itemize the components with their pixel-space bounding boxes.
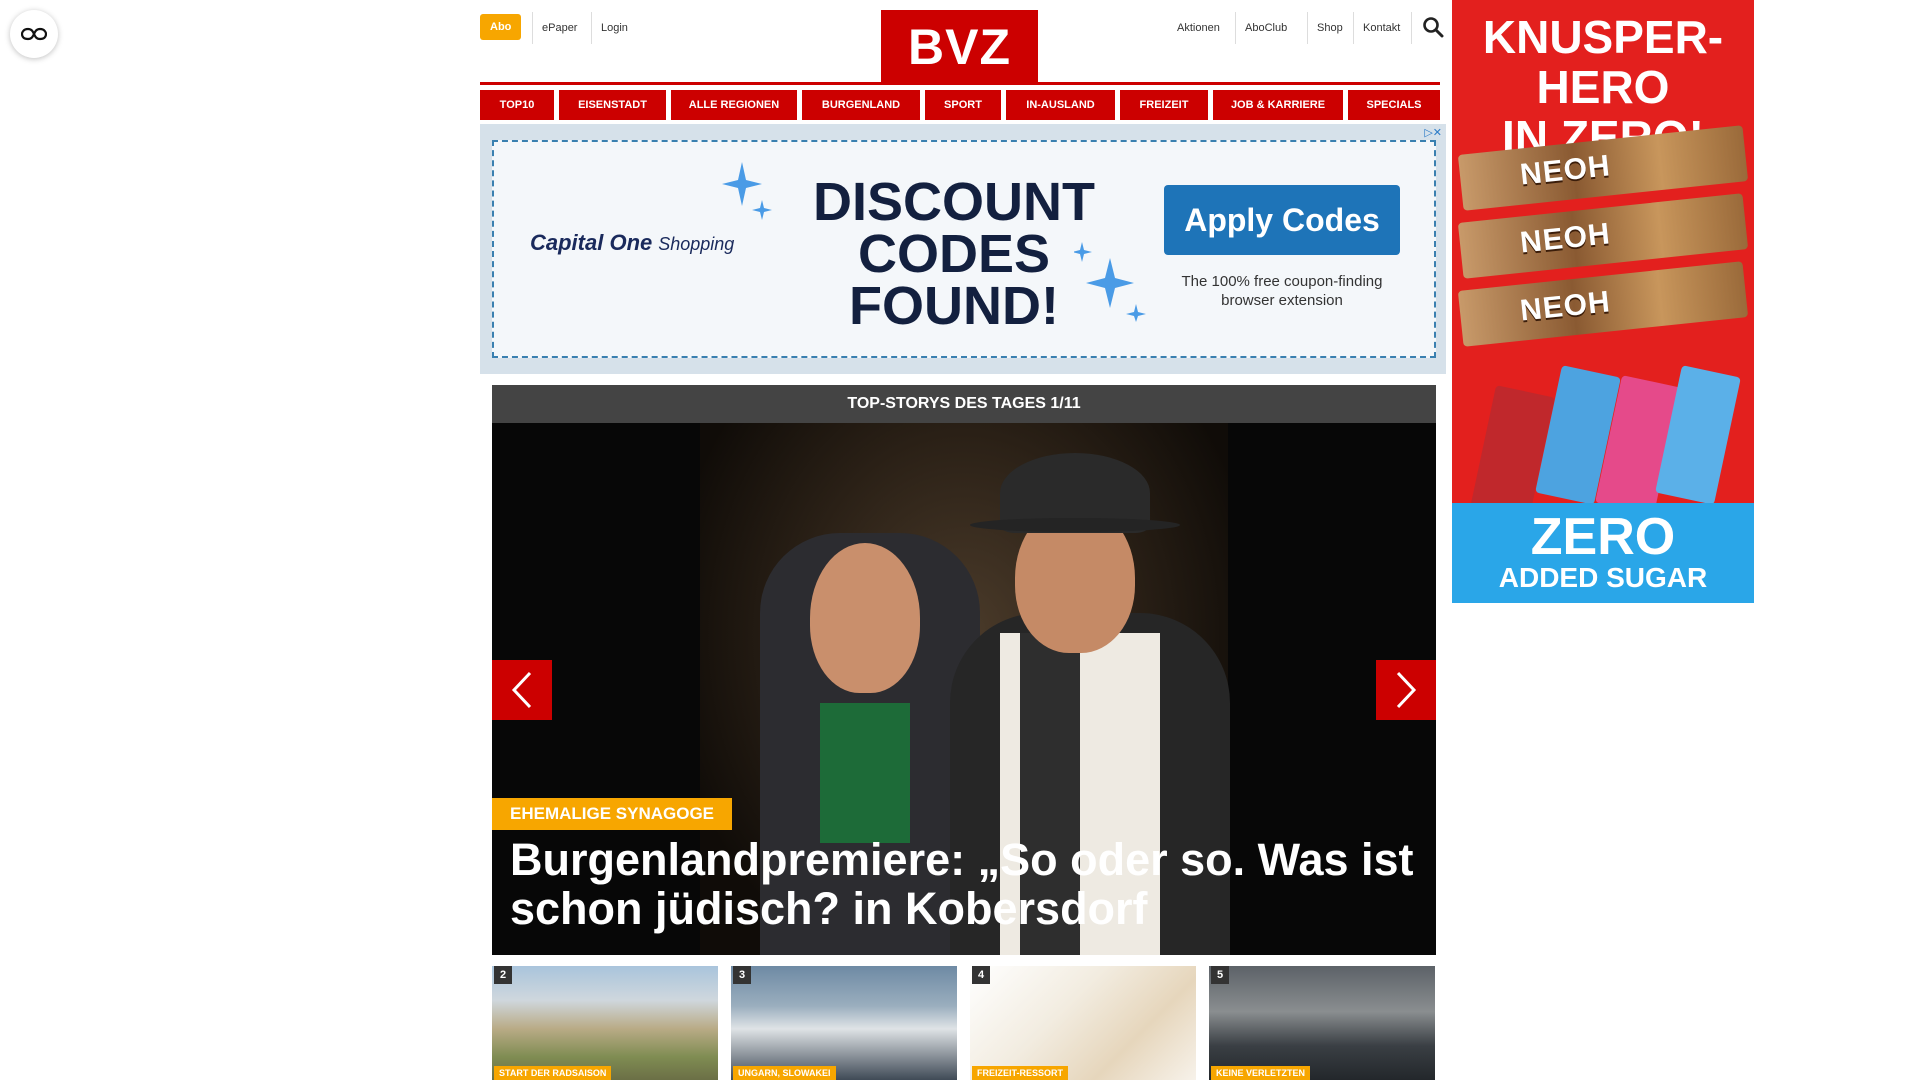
hero-title[interactable]: Burgenlandpremiere: „So oder so. Was ist… [510,835,1420,933]
site-header: Abo ePaper Login BVZ Aktionen AboClub Sh… [480,0,1444,86]
abo-button[interactable]: Abo [480,14,522,40]
story-thumbnails: 2 START DER RADSAISON 3 UNGARN, SLOWAKEI… [492,966,1436,1080]
chevron-right-icon [1396,671,1417,709]
kontakt-link[interactable]: Kontakt [1363,14,1400,42]
header-rule [480,82,1440,85]
aboclub-link[interactable]: AboClub [1245,14,1287,42]
main-nav: TOP10 EISENSTADT ALLE REGIONEN BURGENLAN… [480,90,1440,120]
top-stories-header: TOP-STORYS DES TAGES 1/11 [492,385,1436,423]
bar-label: NEOH [1518,285,1613,328]
ad-subtext: The 100% free coupon-finding browser ext… [1181,273,1383,309]
product-packs [1462,365,1744,525]
nav-item-in-ausland[interactable]: IN-AUSLAND [1006,90,1115,120]
bvz-logo[interactable]: BVZ [881,10,1038,84]
slider-next-button[interactable] [1376,660,1436,720]
nav-item-job-karriere[interactable]: JOB & KARRIERE [1213,90,1343,120]
story-thumbnail[interactable]: 4 FREIZEIT-RESSORT [970,966,1196,1080]
side-ad[interactable]: KNUSPER-HERO IN ZERO! NEOH NEOH NEOH ZER… [1452,0,1754,603]
nav-item-specials[interactable]: SPECIALS [1348,90,1440,120]
figure-left-face [810,543,920,693]
bar-label: NEOH [1518,217,1613,260]
story-thumbnail[interactable]: 5 KEINE VERLETZTEN [1209,966,1435,1080]
chevron-left-icon [511,671,532,709]
login-link[interactable]: Login [601,14,628,42]
side-ad-zero: ZERO [1530,508,1676,566]
divider [1411,12,1412,44]
ad-content: Capital One Shopping DISCOUNT CODES FOUND… [492,140,1436,358]
nav-item-sport[interactable]: SPORT [925,90,1001,120]
capital-one-logo: Capital One Shopping [530,230,734,256]
story-thumbnail[interactable]: 2 START DER RADSAISON [492,966,718,1080]
slider-prev-button[interactable] [492,660,552,720]
story-thumbnail[interactable]: 3 UNGARN, SLOWAKEI [731,966,957,1080]
shop-link[interactable]: Shop [1317,14,1343,42]
nav-item-alle-regionen[interactable]: ALLE REGIONEN [671,90,797,120]
divider [1235,12,1236,44]
epaper-link[interactable]: ePaper [542,14,577,42]
nav-item-eisenstadt[interactable]: EISENSTADT [559,90,666,120]
nav-item-top10[interactable]: TOP10 [480,90,554,120]
hero-story[interactable]: EHEMALIGE SYNAGOGE Burgenlandpremiere: „… [492,423,1436,955]
thumbnail-number: 5 [1211,966,1229,984]
thumbnail-tag: UNGARN, SLOWAKEI [733,1066,836,1080]
side-ad-footer: ZERO ADDED SUGAR [1452,503,1754,603]
thumbnail-tag: FREIZEIT-RESSORT [972,1066,1069,1080]
figure-right-hat-brim [970,518,1180,532]
search-icon[interactable] [1422,16,1444,38]
accessibility-glasses-icon [21,27,47,41]
ad-headline: DISCOUNT CODES FOUND! [813,172,1095,336]
thumbnail-tag: START DER RADSAISON [494,1066,612,1080]
ad-choices-icon[interactable]: ▷✕ [1424,126,1442,139]
accessibility-button[interactable] [10,10,58,58]
hero-category-tag: EHEMALIGE SYNAGOGE [492,798,733,830]
bar-label: NEOH [1518,149,1613,192]
sparkle-icon [722,162,772,220]
thumbnail-number: 4 [972,966,990,984]
sparkle-icon [1074,242,1146,322]
divider [591,12,592,44]
ad-banner[interactable]: ▷✕ Capital One Shopping DISCOUNT CODES FO… [480,124,1446,374]
figure-left-shirt [820,703,910,843]
capital-one-shopping: Shopping [658,234,735,254]
logo-text: BVZ [908,19,1011,75]
nav-item-burgenland[interactable]: BURGENLAND [802,90,920,120]
nav-item-freizeit[interactable]: FREIZEIT [1120,90,1208,120]
apply-codes-button[interactable]: Apply Codes [1164,185,1400,255]
thumbnail-number: 2 [494,966,512,984]
side-ad-added-sugar: ADDED SUGAR [1498,562,1708,593]
aktionen-link[interactable]: Aktionen [1177,14,1220,42]
divider [1307,12,1308,44]
divider [532,12,533,44]
thumbnail-tag: KEINE VERLETZTEN [1211,1066,1311,1080]
thumbnail-number: 3 [733,966,751,984]
top-stories-slider: TOP-STORYS DES TAGES 1/11 EHEMALIGE SYNA… [492,385,1436,955]
side-ad-headline-line1: KNUSPER-HERO [1482,11,1724,113]
divider [1353,12,1354,44]
capital-one-brand: Capital One [530,230,653,255]
